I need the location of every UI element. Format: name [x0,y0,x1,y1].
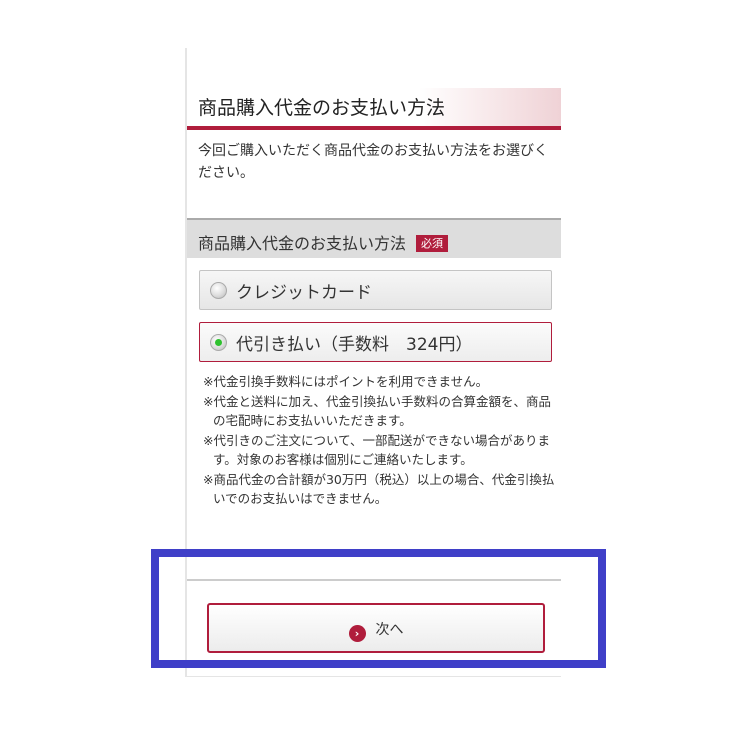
payment-panel: 商品購入代金のお支払い方法 今回ご購入いただく商品代金のお支払い方法をお選びくだ… [185,48,561,677]
divider [187,579,561,581]
payment-notes: ※代金引換手数料にはポイントを利用できません。 ※代金と送料に加え、代金引換払い… [203,372,559,509]
payment-option-cash-on-delivery[interactable]: 代引き払い（手数料 324円） [199,322,552,362]
payment-section-title: 商品購入代金のお支払い方法 [198,234,407,253]
note-item: ※代引きのご注文について、一部配送ができない場合があります。対象のお客様は個別に… [203,432,550,468]
radio-selected-icon[interactable] [210,334,227,351]
page-title: 商品購入代金のお支払い方法 [187,88,561,130]
next-button[interactable]: › 次へ [207,603,545,653]
payment-option-label: クレジットカード [236,283,372,303]
note-item: ※商品代金の合計額が30万円（税込）以上の場合、代金引換払いでのお支払いはできま… [203,471,555,507]
payment-section-header: 商品購入代金のお支払い方法 必須 [187,218,561,258]
required-badge: 必須 [416,235,449,252]
note-item: ※代金と送料に加え、代金引換払い手数料の合算金額を、商品の宅配時にお支払いいただ… [203,393,551,429]
chevron-right-icon: › [348,625,366,642]
next-button-label: 次へ [375,622,404,638]
payment-option-label: 代引き払い（手数料 324円） [236,335,473,355]
next-button-content: › 次へ [209,619,543,642]
payment-option-credit-card[interactable]: クレジットカード [199,270,552,310]
radio-unselected-icon[interactable] [210,282,227,299]
intro-text: 今回ご購入いただく商品代金のお支払い方法をお選びください。 [198,143,548,181]
note-item: ※代金引換手数料にはポイントを利用できません。 [203,374,489,389]
